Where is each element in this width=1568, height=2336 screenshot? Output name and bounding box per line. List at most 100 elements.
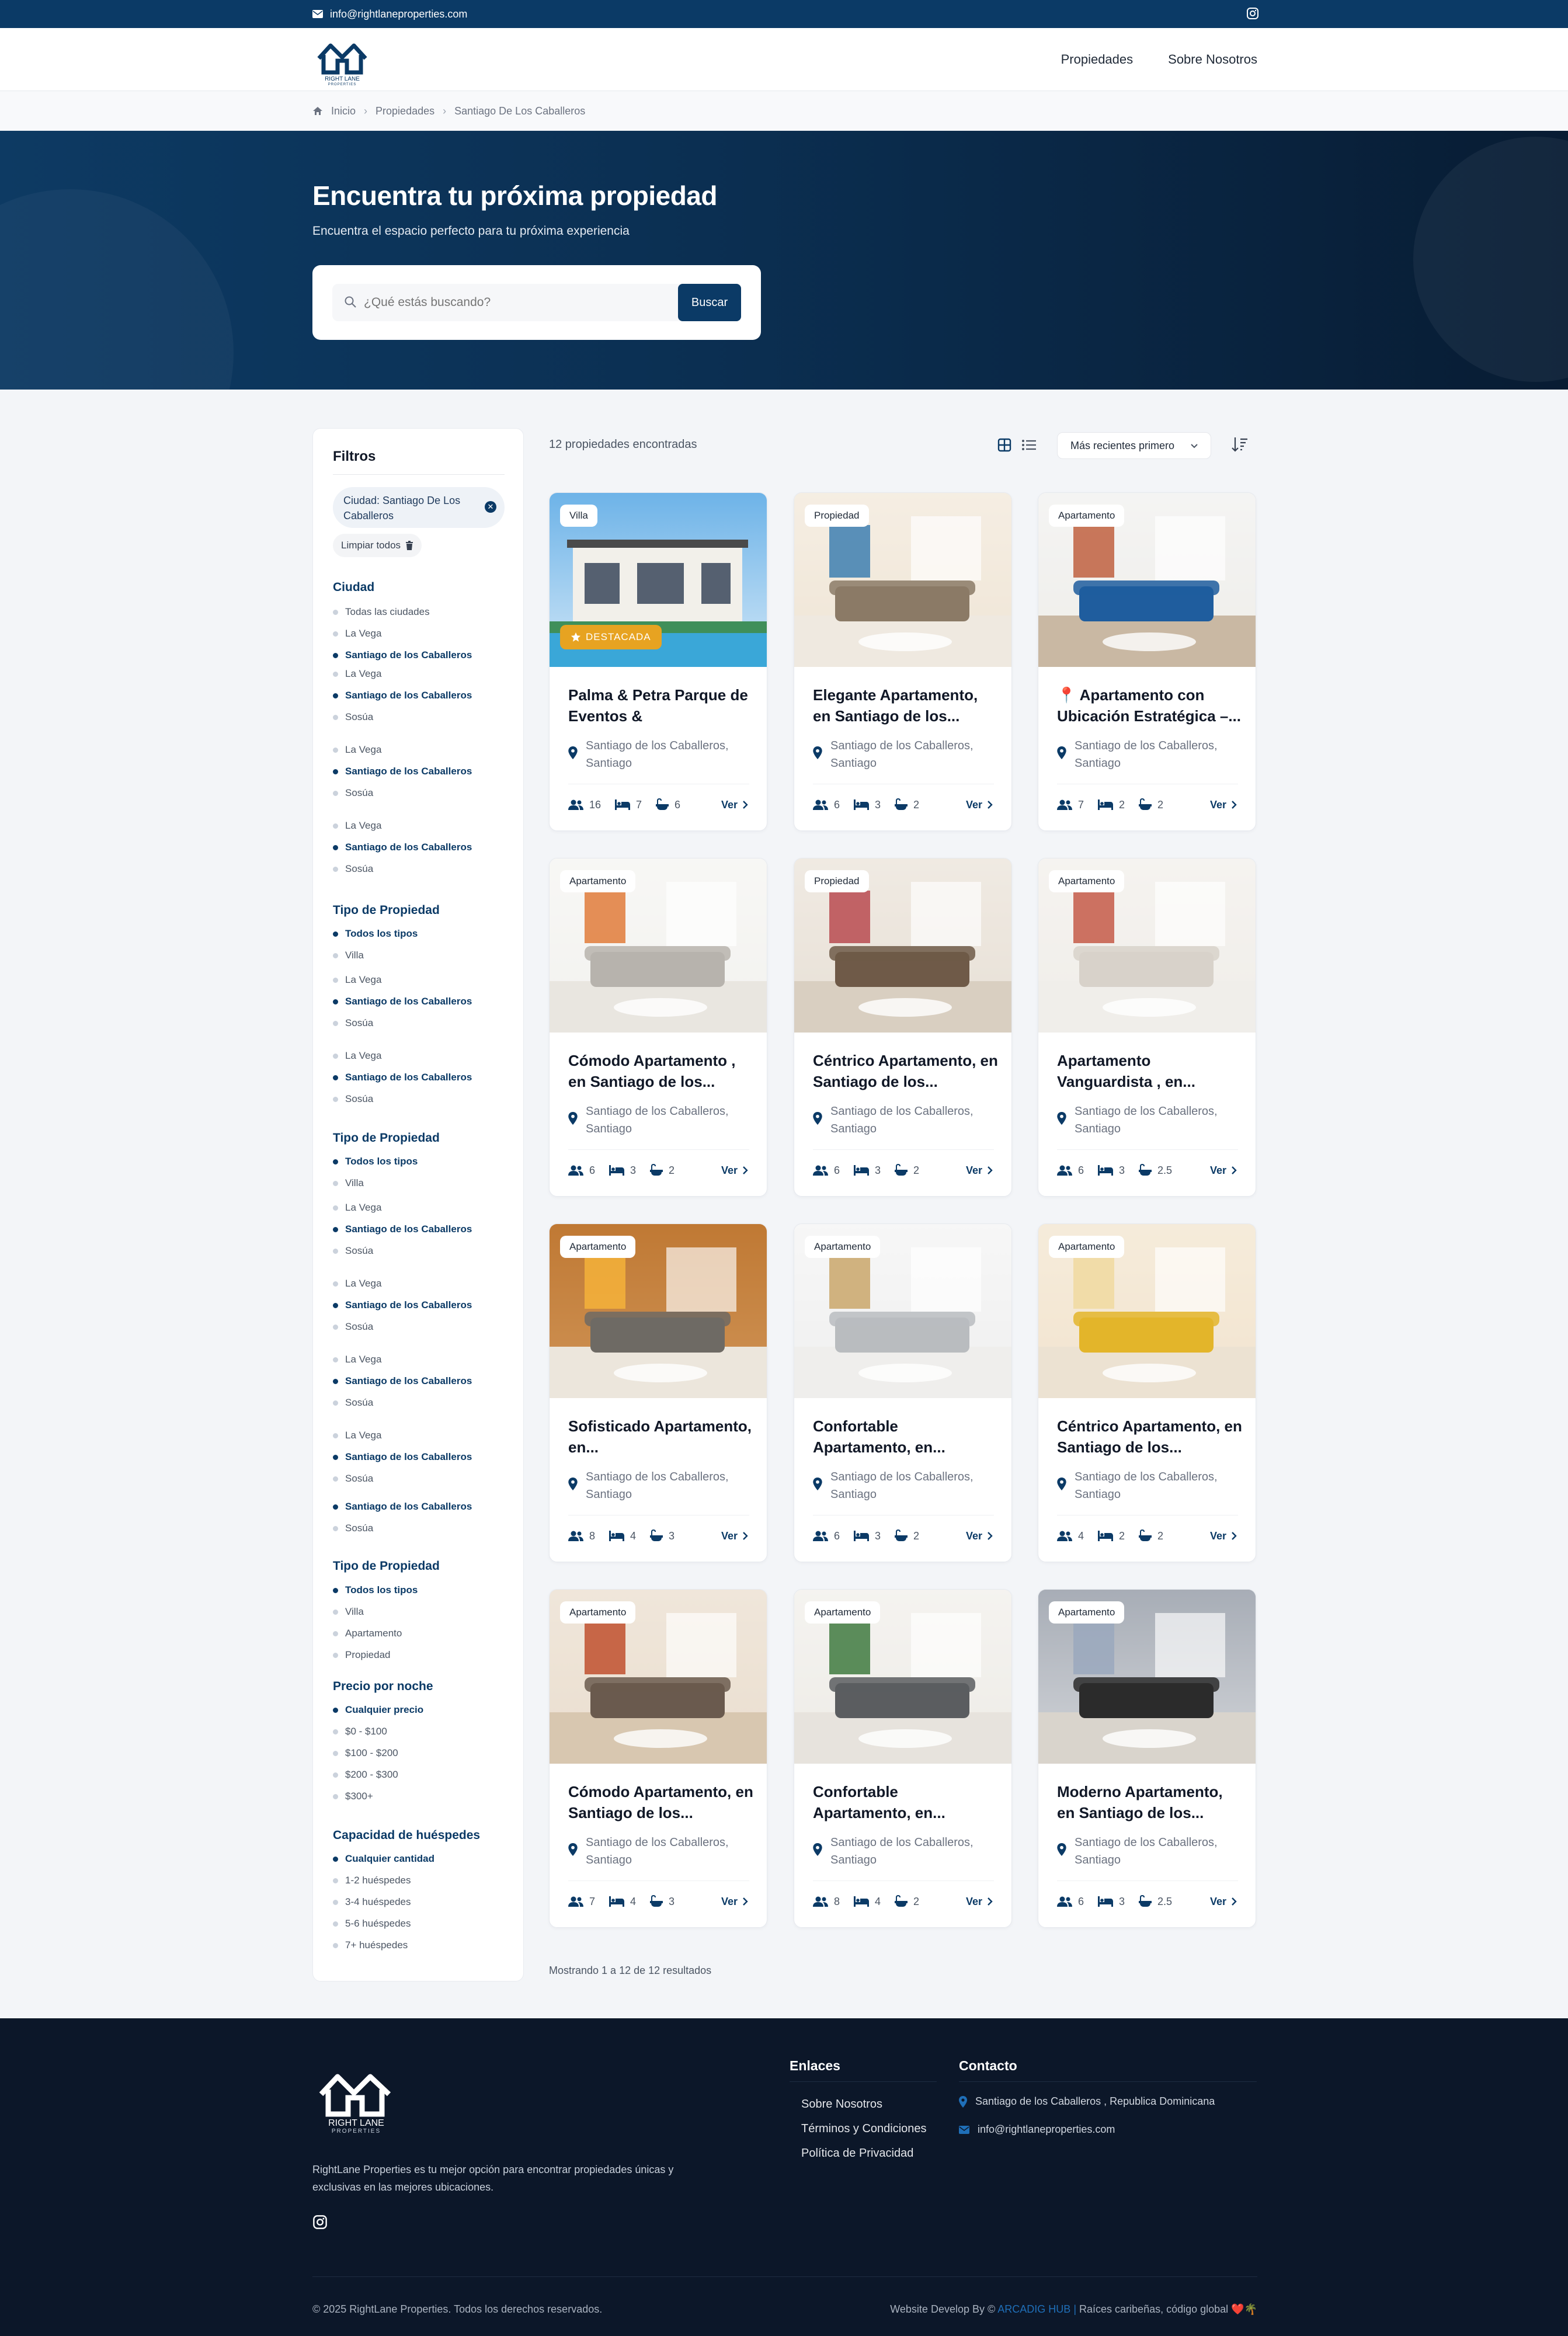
filter-option[interactable]: Sosúa: [333, 1473, 373, 1485]
view-property-button[interactable]: Ver: [1210, 797, 1237, 813]
breadcrumb-propiedades[interactable]: Propiedades: [376, 105, 434, 117]
filter-option[interactable]: Villa: [333, 950, 364, 961]
view-property-button[interactable]: Ver: [966, 1162, 993, 1179]
filter-option[interactable]: Todos los tipos: [333, 1156, 418, 1167]
filter-option[interactable]: Santiago de los Caballeros: [333, 1451, 472, 1463]
property-title[interactable]: Palma & Petra Parque de Eventos & Estadí…: [568, 684, 754, 726]
filter-option[interactable]: 7+ huéspedes: [333, 1939, 408, 1951]
filter-option[interactable]: Santiago de los Caballeros: [333, 766, 472, 777]
filter-option[interactable]: La Vega: [333, 820, 381, 832]
search-button[interactable]: Buscar: [678, 284, 741, 321]
view-property-button[interactable]: Ver: [966, 1528, 993, 1544]
footer-link-sobre-nosotros[interactable]: Sobre Nosotros: [801, 2098, 882, 2111]
filter-option[interactable]: La Vega: [333, 1202, 381, 1214]
property-title[interactable]: 📍 Apartamento con Ubicación Estratégica …: [1057, 684, 1243, 726]
filter-option[interactable]: Sosúa: [333, 1321, 373, 1333]
property-card[interactable]: Apartamento Sofisticado Apartamento, en..…: [549, 1223, 767, 1562]
view-property-button[interactable]: Ver: [966, 797, 993, 813]
filter-option[interactable]: Todas las ciudades: [333, 606, 430, 618]
filter-option[interactable]: La Vega: [333, 1430, 381, 1441]
view-property-button[interactable]: Ver: [721, 1162, 748, 1179]
developer-link[interactable]: ARCADIG HUB: [997, 2303, 1070, 2315]
sort-select[interactable]: Más recientes primero: [1057, 432, 1211, 459]
filter-option[interactable]: $300+: [333, 1791, 373, 1802]
filter-option[interactable]: 5-6 huéspedes: [333, 1918, 411, 1930]
property-card[interactable]: Apartamento Confortable Apartamento, en..…: [794, 1589, 1012, 1928]
filter-option[interactable]: Sosúa: [333, 711, 373, 723]
view-property-button[interactable]: Ver: [1210, 1162, 1237, 1179]
filter-option[interactable]: 1-2 huéspedes: [333, 1875, 411, 1886]
filter-option[interactable]: La Vega: [333, 1050, 381, 1062]
filter-option[interactable]: Sosúa: [333, 1245, 373, 1257]
property-title[interactable]: Céntrico Apartamento, en Santiago de los…: [1057, 1416, 1243, 1458]
filter-option[interactable]: $200 - $300: [333, 1769, 398, 1781]
filter-option[interactable]: Todos los tipos: [333, 1584, 418, 1596]
filter-option[interactable]: Todos los tipos: [333, 928, 418, 940]
filter-option[interactable]: Santiago de los Caballeros: [333, 1223, 472, 1235]
footer-email[interactable]: info@rightlaneproperties.com: [959, 2123, 1115, 2136]
view-property-button[interactable]: Ver: [721, 1528, 748, 1544]
filter-option[interactable]: Cualquier cantidad: [333, 1853, 434, 1865]
footer-link-terminos[interactable]: Términos y Condiciones: [801, 2122, 927, 2136]
filter-option[interactable]: Santiago de los Caballeros: [333, 1072, 472, 1083]
property-card[interactable]: Apartamento Céntrico Apartamento, en Sant…: [1038, 1223, 1256, 1562]
footer-link-privacidad[interactable]: Política de Privacidad: [801, 2147, 913, 2160]
filter-option[interactable]: $100 - $200: [333, 1747, 398, 1759]
grid-view-button[interactable]: [993, 433, 1016, 457]
footer-instagram-icon[interactable]: [312, 2215, 328, 2233]
property-title[interactable]: Confortable Apartamento, en...: [813, 1416, 999, 1458]
filter-option[interactable]: $0 - $100: [333, 1726, 387, 1737]
sort-order-button[interactable]: [1231, 436, 1249, 456]
property-card[interactable]: Apartamento 📍 Apartamento con Ubicación E…: [1038, 492, 1256, 831]
filter-option[interactable]: Sosúa: [333, 1522, 373, 1534]
instagram-icon[interactable]: [1246, 7, 1259, 23]
filter-option[interactable]: Propiedad: [333, 1649, 391, 1661]
view-property-button[interactable]: Ver: [721, 1893, 748, 1910]
filter-option[interactable]: Sosúa: [333, 1017, 373, 1029]
property-card[interactable]: Apartamento Cómodo Apartamento, en Santia…: [549, 1589, 767, 1928]
filter-option[interactable]: La Vega: [333, 668, 381, 680]
property-title[interactable]: Cómodo Apartamento, en Santiago de los..…: [568, 1781, 754, 1823]
filter-option[interactable]: La Vega: [333, 1278, 381, 1289]
property-title[interactable]: Cómodo Apartamento , en Santiago de los.…: [568, 1050, 754, 1092]
property-card[interactable]: Propiedad Elegante Apartamento, en Santia…: [794, 492, 1012, 831]
filter-option[interactable]: Sosúa: [333, 863, 373, 875]
filter-option[interactable]: Cualquier precio: [333, 1704, 423, 1716]
filter-option[interactable]: Santiago de los Caballeros: [333, 1299, 472, 1311]
view-property-button[interactable]: Ver: [1210, 1528, 1237, 1544]
property-card[interactable]: Apartamento Cómodo Apartamento , en Santi…: [549, 858, 767, 1197]
filter-option[interactable]: Santiago de los Caballeros: [333, 690, 472, 701]
property-card[interactable]: Propiedad Céntrico Apartamento, en Santia…: [794, 858, 1012, 1197]
property-title[interactable]: Céntrico Apartamento, en Santiago de los…: [813, 1050, 999, 1092]
active-filter-chip[interactable]: Ciudad: Santiago De Los Caballeros ✕: [333, 487, 505, 528]
home-icon[interactable]: [312, 106, 323, 116]
footer-logo[interactable]: RIGHT LANE PROPERTIES: [315, 2060, 397, 2135]
property-card[interactable]: Villa DESTACADA Palma & Petra Parque de Ev…: [549, 492, 767, 831]
nav-propiedades[interactable]: Propiedades: [1061, 52, 1134, 67]
property-card[interactable]: Apartamento Confortable Apartamento, en..…: [794, 1223, 1012, 1562]
topbar-email[interactable]: info@rightlaneproperties.com: [312, 0, 467, 28]
list-view-button[interactable]: [1017, 433, 1041, 457]
filter-option[interactable]: Santiago de los Caballeros: [333, 842, 472, 853]
filter-option[interactable]: Villa: [333, 1177, 364, 1189]
filter-option[interactable]: La Vega: [333, 974, 381, 986]
property-title[interactable]: Apartamento Vanguardista , en...: [1057, 1050, 1243, 1092]
filter-option[interactable]: La Vega: [333, 1354, 381, 1365]
filter-option[interactable]: Sosúa: [333, 1093, 373, 1105]
filter-option[interactable]: 3-4 huéspedes: [333, 1896, 411, 1908]
filter-option[interactable]: La Vega: [333, 628, 381, 639]
site-logo[interactable]: RIGHT LANE PROPERTIES: [315, 33, 369, 86]
breadcrumb-inicio[interactable]: Inicio: [331, 105, 356, 117]
view-property-button[interactable]: Ver: [966, 1893, 993, 1910]
clear-all-button[interactable]: Limpiar todos: [333, 534, 422, 557]
filter-option[interactable]: Villa: [333, 1606, 364, 1618]
filter-option[interactable]: Santiago de los Caballeros: [333, 1375, 472, 1387]
filter-option[interactable]: La Vega: [333, 744, 381, 756]
property-title[interactable]: Elegante Apartamento, en Santiago de los…: [813, 684, 999, 726]
property-card[interactable]: Apartamento Apartamento Vanguardista , en…: [1038, 858, 1256, 1197]
filter-option[interactable]: Santiago de los Caballeros: [333, 1501, 472, 1513]
remove-filter-icon[interactable]: ✕: [485, 501, 496, 513]
nav-sobre-nosotros[interactable]: Sobre Nosotros: [1168, 52, 1257, 67]
filter-option[interactable]: Santiago de los Caballeros: [333, 996, 472, 1007]
filter-option[interactable]: Sosúa: [333, 1397, 373, 1409]
